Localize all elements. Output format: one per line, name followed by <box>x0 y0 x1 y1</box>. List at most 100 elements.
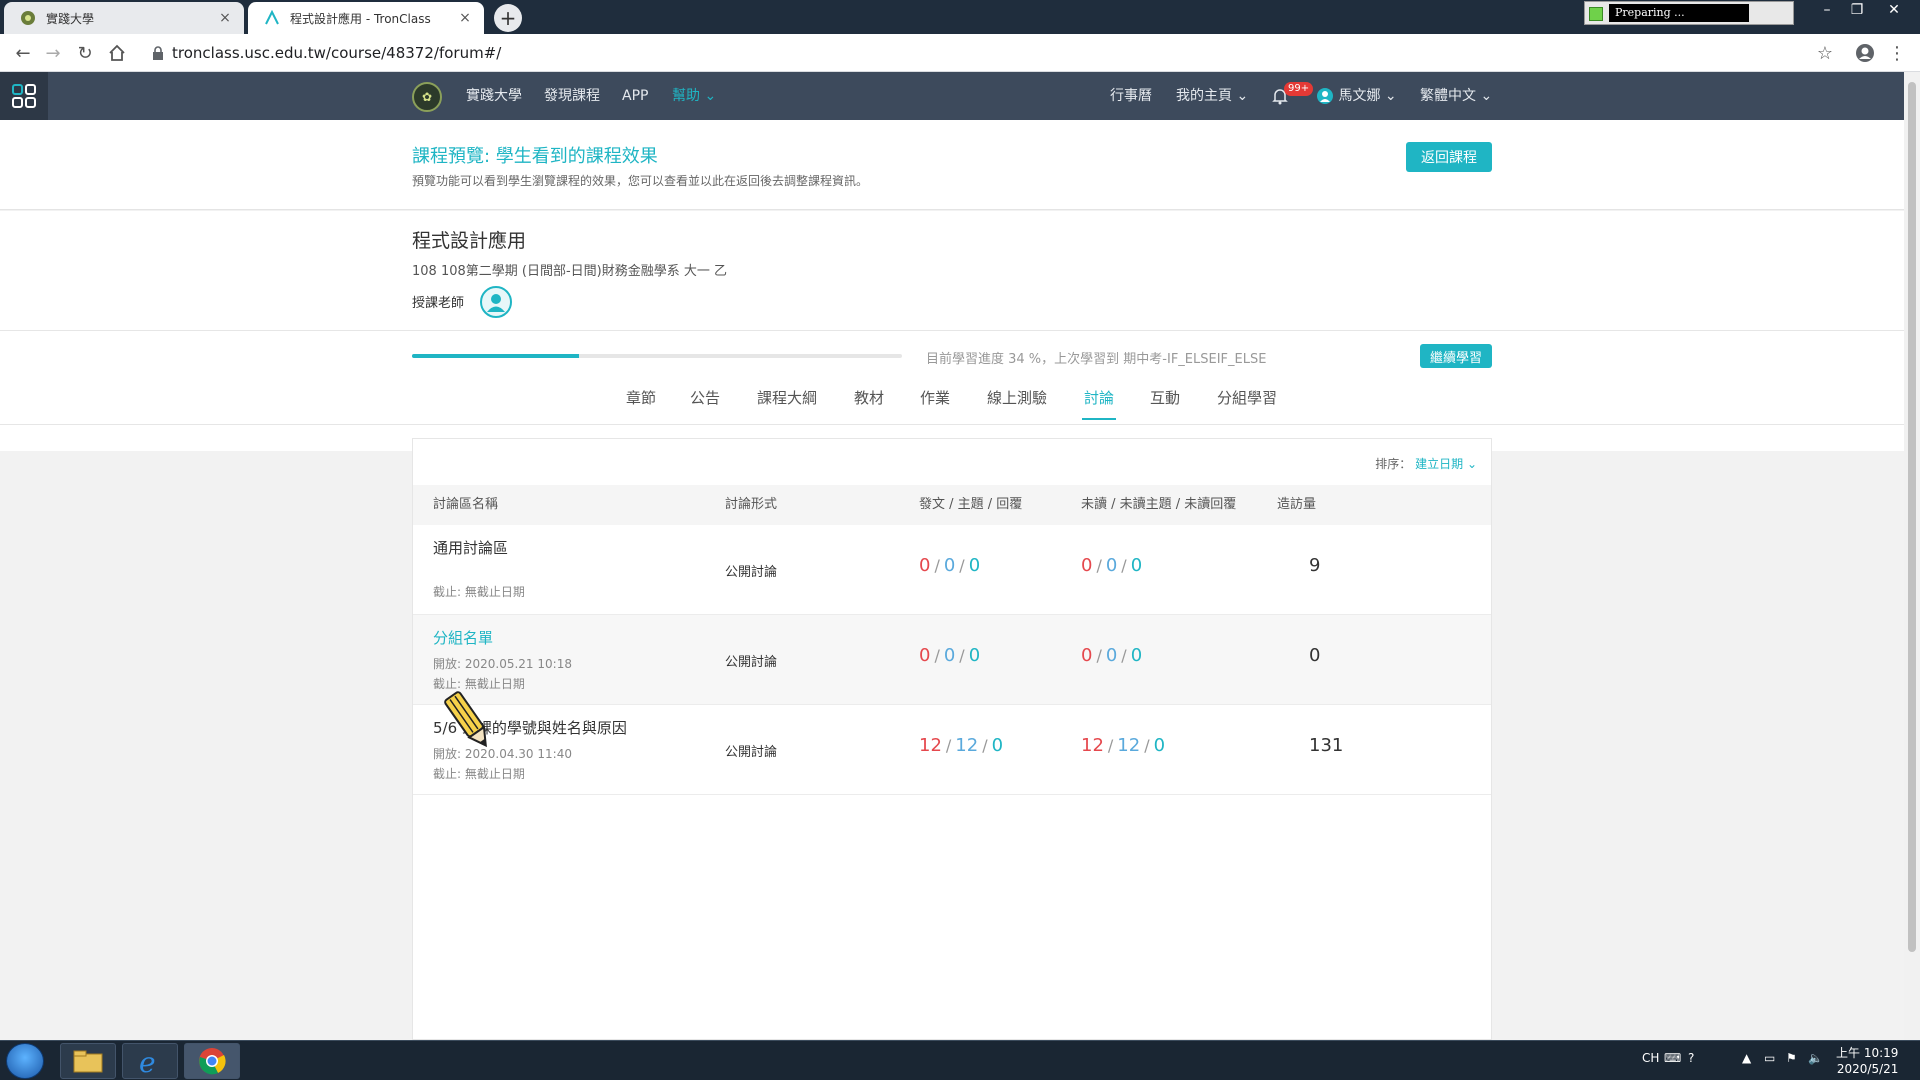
unread-stats: 12/12/0 <box>1081 735 1166 756</box>
network-icon[interactable]: ▭ <box>1764 1051 1775 1065</box>
unread-stats: 0/0/0 <box>1081 555 1143 576</box>
scrollbar-thumb[interactable] <box>1908 82 1916 952</box>
nav-app[interactable]: APP <box>622 72 648 120</box>
record-status-icon <box>1589 7 1603 21</box>
tab-group-learning[interactable]: 分組學習 <box>1214 384 1280 424</box>
nav-calendar[interactable]: 行事曆 <box>1110 72 1152 120</box>
reload-icon[interactable]: ↻ <box>74 42 96 64</box>
volume-icon[interactable]: 🔈 <box>1808 1051 1823 1065</box>
continue-learning-button[interactable]: 繼續學習 <box>1420 344 1492 368</box>
visit-count: 131 <box>1309 735 1344 756</box>
language-select[interactable]: 繁體中文 ⌄ <box>1420 72 1492 120</box>
unread-topics-count: 0 <box>1105 555 1118 576</box>
unread-topics-count: 12 <box>1117 735 1141 756</box>
nav-usc[interactable]: 實踐大學 <box>466 72 522 120</box>
clock-time: 上午 10:19 <box>1836 1046 1899 1060</box>
return-to-course-button[interactable]: 返回課程 <box>1406 142 1492 172</box>
course-tabs: 章節 公告 課程大綱 教材 作業 線上測驗 討論 互動 分組學習 <box>0 384 1904 424</box>
help-icon[interactable]: ? <box>1688 1051 1694 1065</box>
table-row[interactable]: 5/6 到課的學號與姓名與原因 開放: 2020.04.30 11:40 截止:… <box>413 705 1491 795</box>
topics-count: 0 <box>943 645 956 666</box>
progress-text: 目前學習進度 34 %，上次學習到 期中考-IF_ELSEIF_ELSE <box>926 352 1267 367</box>
close-tab-icon[interactable]: × <box>216 10 234 26</box>
show-hidden-icons-icon[interactable]: ▲ <box>1742 1051 1751 1065</box>
page-content: 課程預覽: 學生看到的課程效果 預覽功能可以看到學生瀏覽課程的效果，您可以查看並… <box>0 120 1904 1040</box>
browser-tab-usc[interactable]: 實踐大學 × <box>4 2 244 34</box>
preview-banner: 課程預覽: 學生看到的課程效果 預覽功能可以看到學生瀏覽課程的效果，您可以查看並… <box>0 120 1904 210</box>
tab-homework[interactable]: 作業 <box>918 384 952 424</box>
tab-materials[interactable]: 教材 <box>852 384 886 424</box>
nav-my-home[interactable]: 我的主頁 ⌄ <box>1176 72 1248 120</box>
bookmark-star-icon[interactable]: ☆ <box>1814 42 1836 64</box>
page-scrollbar[interactable] <box>1904 72 1920 1040</box>
forum-type: 公開討論 <box>725 655 778 670</box>
tab-syllabus[interactable]: 課程大綱 <box>754 384 820 424</box>
posts-count: 12 <box>919 735 942 756</box>
profile-icon[interactable] <box>1854 42 1876 64</box>
tab-interaction[interactable]: 互動 <box>1148 384 1182 424</box>
usc-favicon-icon <box>20 10 36 26</box>
pencil-cursor-icon <box>440 685 496 759</box>
tab-discussion[interactable]: 討論 <box>1082 384 1116 424</box>
tab-announcements[interactable]: 公告 <box>688 384 722 424</box>
chrome-icon[interactable] <box>184 1043 240 1079</box>
column-header: 造訪量 <box>1277 497 1317 512</box>
language-label: 繁體中文 <box>1420 88 1476 104</box>
sort-value: 建立日期 <box>1415 457 1464 471</box>
recording-overlay: Preparing ... <box>1584 1 1794 25</box>
tab-chapters[interactable]: 章節 <box>624 384 658 424</box>
replies-count: 0 <box>968 555 981 576</box>
notification-badge: 99+ <box>1284 82 1314 96</box>
nav-discover-courses[interactable]: 發現課程 <box>544 72 600 120</box>
system-clock[interactable]: 上午 10:19 2020/5/21 <box>1836 1045 1898 1077</box>
unread-replies-count: 0 <box>1153 735 1166 756</box>
tronclass-favicon-icon <box>264 10 280 26</box>
tab-online-quiz[interactable]: 線上測驗 <box>984 384 1050 424</box>
browser-tab-tronclass[interactable]: 程式設計應用 - TronClass × <box>248 2 484 34</box>
chevron-down-icon: ⌄ <box>1466 457 1477 471</box>
forum-deadline: 截止: 無截止日期 <box>433 767 525 781</box>
restore-icon[interactable]: ❐ <box>1842 0 1872 20</box>
forward-arrow-icon[interactable]: → <box>42 42 64 64</box>
apps-grid-icon[interactable] <box>0 72 48 120</box>
more-menu-icon[interactable]: ⋮ <box>1886 42 1908 64</box>
new-tab-button[interactable]: + <box>494 4 522 32</box>
notification-bell-icon[interactable] <box>1272 72 1288 120</box>
minimize-icon[interactable]: – <box>1812 0 1842 20</box>
input-language[interactable]: CH <box>1642 1051 1659 1065</box>
replies-count: 0 <box>991 735 1004 756</box>
replies-count: 0 <box>968 645 981 666</box>
internet-explorer-icon[interactable]: e <box>122 1043 178 1079</box>
visit-count: 9 <box>1309 555 1321 576</box>
nav-help[interactable]: 幫助 ⌄ <box>672 72 716 120</box>
user-name: 馬文娜 <box>1338 88 1381 104</box>
action-center-flag-icon[interactable]: ⚑ <box>1786 1051 1797 1065</box>
teacher-avatar-icon[interactable] <box>480 286 512 318</box>
table-row[interactable]: 分組名單 開放: 2020.05.21 10:18 截止: 無截止日期 公開討論… <box>413 615 1491 705</box>
file-explorer-icon[interactable] <box>60 1043 116 1079</box>
user-avatar-icon <box>1316 88 1338 104</box>
close-window-icon[interactable]: ✕ <box>1874 0 1914 20</box>
column-header: 討論形式 <box>725 497 778 512</box>
unread-count: 12 <box>1081 735 1104 756</box>
tab-title: 程式設計應用 - TronClass <box>290 11 431 26</box>
forum-title[interactable]: 通用討論區 <box>433 537 508 558</box>
home-icon[interactable] <box>106 42 128 64</box>
nav-help-label: 幫助 <box>672 88 700 104</box>
url-text: tronclass.usc.edu.tw/course/48372/forum#… <box>172 44 502 62</box>
progress-bar <box>412 354 902 358</box>
user-menu[interactable]: 馬文娜 ⌄ <box>1316 72 1397 120</box>
address-bar[interactable]: tronclass.usc.edu.tw/course/48372/forum#… <box>140 38 1820 68</box>
table-row[interactable]: 通用討論區 截止: 無截止日期 公開討論 0/0/0 0/0/0 9 <box>413 525 1491 615</box>
keyboard-icon[interactable]: ⌨ <box>1664 1051 1681 1065</box>
back-arrow-icon[interactable]: ← <box>12 42 34 64</box>
column-header: 討論區名稱 <box>433 497 499 512</box>
forum-open-date: 開放: 2020.05.21 10:18 <box>433 657 572 671</box>
start-button-icon[interactable] <box>6 1043 44 1079</box>
school-logo-icon[interactable]: ✿ <box>412 82 442 112</box>
clock-date: 2020/5/21 <box>1836 1062 1899 1076</box>
forum-title[interactable]: 分組名單 <box>433 627 493 648</box>
close-tab-icon[interactable]: × <box>456 10 474 26</box>
unread-count: 0 <box>1081 555 1093 576</box>
sort-control[interactable]: 排序： 建立日期 ⌄ <box>1375 455 1477 472</box>
